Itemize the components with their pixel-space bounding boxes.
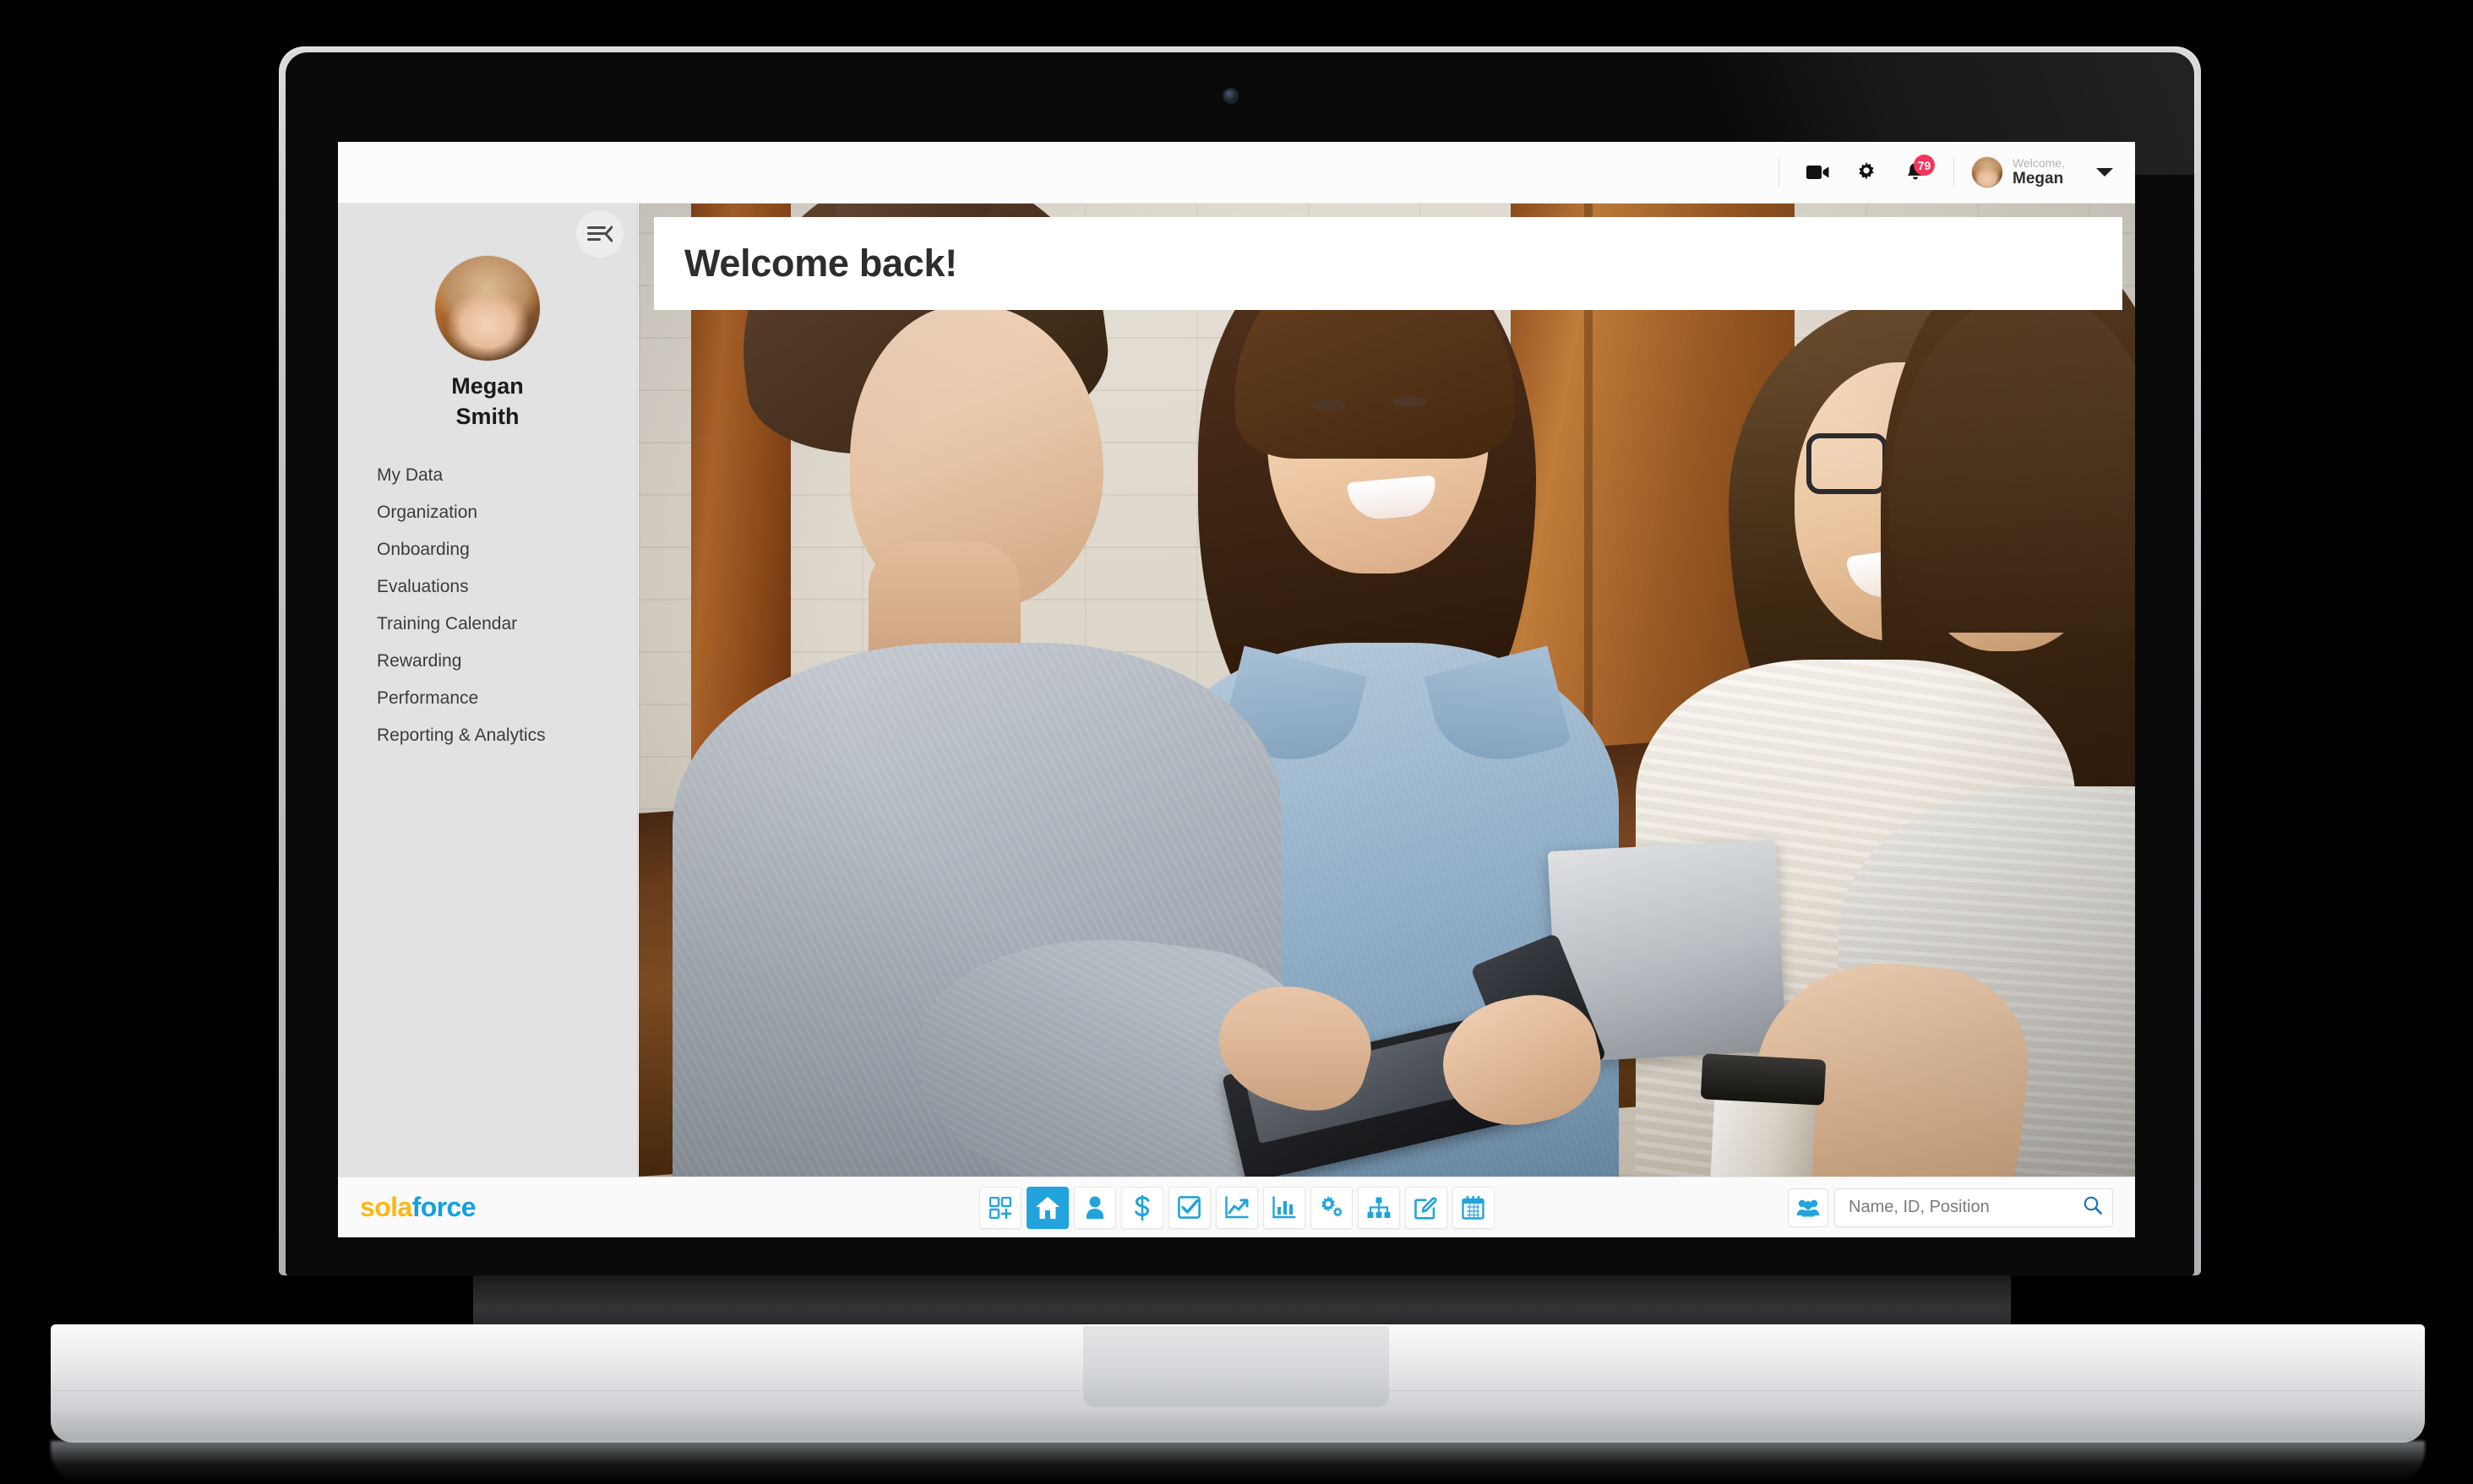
logo-text-sola: sola [360,1192,412,1222]
checkbox-icon[interactable] [1168,1186,1211,1229]
search-input[interactable] [1849,1198,2084,1217]
avatar [1971,156,2004,188]
welcome-card: Welcome back! [654,217,2122,310]
sidebar-item-evaluations[interactable]: Evaluations [338,568,637,606]
hero-vignette [639,204,2135,1177]
user-label: Welcome, Megan [2013,155,2065,188]
search-box[interactable] [1834,1188,2113,1227]
org-chart-icon[interactable] [1357,1186,1400,1229]
welcome-label: Welcome, [2013,155,2065,170]
apps-grid-add-icon[interactable] [978,1186,1021,1229]
sidebar-user-name: Megan Smith [338,371,637,432]
app-logo[interactable]: solaforce [360,1192,477,1223]
footer-toolbar: solaforce [338,1177,2135,1237]
user-name: Megan [2013,170,2064,188]
line-chart-icon[interactable] [1215,1186,1258,1229]
laptop-reflection [51,1441,2425,1484]
magnifier-icon[interactable] [2084,1196,2102,1219]
sidebar-item-rewarding[interactable]: Rewarding [338,643,637,680]
menu-collapse-icon[interactable] [576,210,624,258]
sidebar-item-onboarding[interactable]: Onboarding [338,531,637,568]
user-menu[interactable]: Welcome, Megan [1968,156,2113,188]
chevron-down-icon[interactable] [2096,168,2113,177]
sidebar: Megan Smith My Data Organization Onboard… [338,204,638,1177]
screen: 79 Welcome, Megan Megan Smith My Data Or… [338,142,2135,1237]
logo-text-force: force [411,1192,477,1222]
webcam-icon [1224,90,1237,102]
users-group-icon[interactable] [1788,1188,1828,1227]
gear-icon[interactable] [1849,155,1883,189]
laptop-mockup: 79 Welcome, Megan Megan Smith My Data Or… [0,0,2473,1484]
video-camera-icon[interactable] [1800,155,1834,189]
top-header-bar: 79 Welcome, Megan [338,142,2135,204]
sidebar-user-lastname: Smith [455,404,520,430]
quick-access-toolbar [978,1186,1495,1229]
bell-icon[interactable]: 79 [1898,155,1936,189]
sidebar-item-training-calendar[interactable]: Training Calendar [338,606,637,643]
home-icon[interactable] [1026,1186,1069,1229]
sidebar-item-my-data[interactable]: My Data [338,457,637,494]
laptop-base-notch [1083,1326,1389,1407]
search-area [1788,1188,2113,1227]
sidebar-user-firstname: Megan [451,373,524,399]
sidebar-item-reporting-analytics[interactable]: Reporting & Analytics [338,717,637,754]
bar-chart-icon[interactable] [1262,1186,1305,1229]
calendar-icon[interactable] [1452,1186,1495,1229]
hero-image [639,204,2135,1177]
person-icon[interactable] [1073,1186,1116,1229]
notification-badge: 79 [1914,155,1936,176]
sidebar-item-performance[interactable]: Performance [338,680,637,717]
dollar-icon[interactable] [1120,1186,1163,1229]
header-divider-left [1778,158,1780,187]
page-title: Welcome back! [684,242,957,285]
sidebar-menu: My Data Organization Onboarding Evaluati… [338,457,637,754]
edit-pencil-icon[interactable] [1404,1186,1447,1229]
header-divider-right [1953,158,1955,187]
sidebar-item-organization[interactable]: Organization [338,494,637,531]
sidebar-avatar [435,256,540,361]
gears-icon[interactable] [1310,1186,1353,1229]
main-content: Welcome back! [639,204,2135,1177]
